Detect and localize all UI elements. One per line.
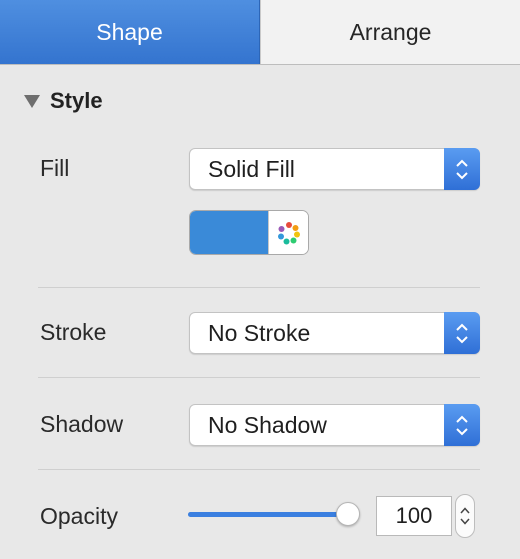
color-picker-button[interactable] <box>268 211 308 254</box>
disclosure-triangle-icon[interactable] <box>24 94 40 108</box>
shadow-popup-value: No Shadow <box>208 412 327 438</box>
opacity-slider-fill <box>188 512 348 517</box>
fill-popup-value: Solid Fill <box>208 156 295 182</box>
opacity-slider[interactable] <box>188 502 360 526</box>
opacity-value-field[interactable]: 100 <box>376 496 452 536</box>
stroke-label: Stroke <box>40 319 107 345</box>
popup-chevrons-icon <box>444 404 480 446</box>
fill-color-swatch[interactable] <box>190 211 268 254</box>
popup-chevrons-icon <box>444 312 480 354</box>
divider <box>38 377 480 378</box>
divider <box>38 469 480 470</box>
inspector-tabbar: Shape Arrange <box>0 0 520 65</box>
stepper-down-icon[interactable] <box>460 518 470 525</box>
style-section-header[interactable]: Style <box>24 86 103 116</box>
fill-color-well[interactable] <box>189 210 309 255</box>
color-wheel-icon <box>277 221 300 244</box>
stroke-popup[interactable]: No Stroke <box>189 312 480 354</box>
tab-arrange[interactable]: Arrange <box>260 0 520 64</box>
popup-chevrons-icon <box>444 148 480 190</box>
fill-popup[interactable]: Solid Fill <box>189 148 480 190</box>
opacity-stepper[interactable] <box>455 494 475 538</box>
opacity-slider-knob[interactable] <box>336 502 360 526</box>
shadow-popup[interactable]: No Shadow <box>189 404 480 446</box>
divider <box>38 287 480 288</box>
shadow-label: Shadow <box>40 411 124 437</box>
stroke-popup-value: No Stroke <box>208 320 311 346</box>
opacity-label: Opacity <box>40 503 118 529</box>
stepper-up-icon[interactable] <box>460 507 470 514</box>
tab-shape[interactable]: Shape <box>0 0 260 64</box>
fill-label: Fill <box>40 155 70 181</box>
section-title: Style <box>50 88 103 113</box>
